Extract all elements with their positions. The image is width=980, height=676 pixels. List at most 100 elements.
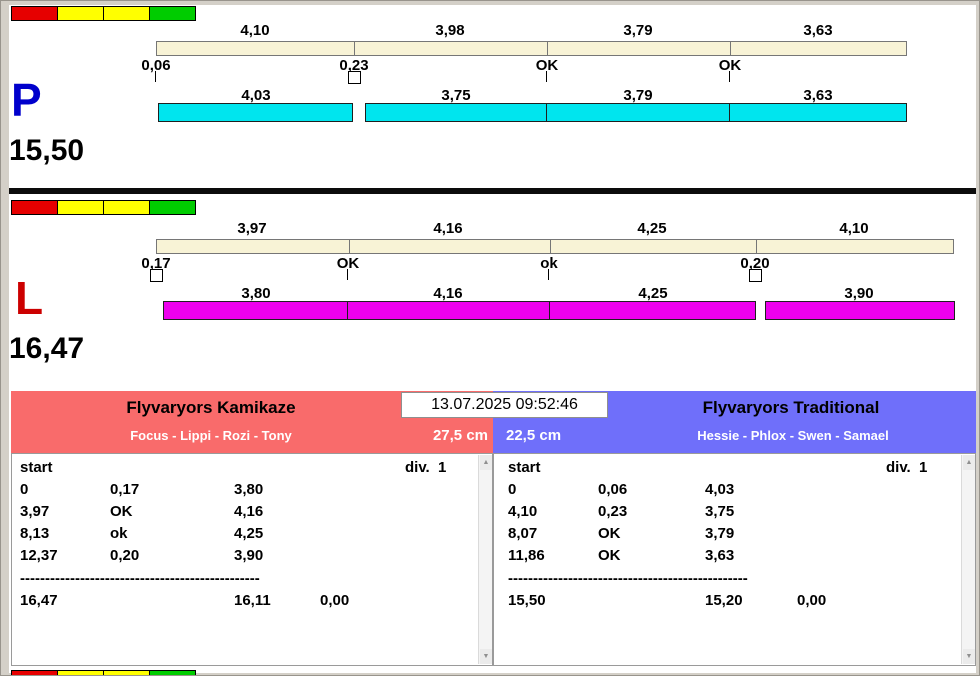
lane-l-segment-time-3: 4,25 bbox=[622, 221, 682, 236]
timestamp: 13.07.2025 09:52:46 bbox=[401, 392, 608, 418]
fault-indicator-box bbox=[348, 71, 361, 84]
lane-p-status-blocks bbox=[11, 6, 196, 21]
team-right-jump-height: 22,5 cm bbox=[506, 427, 561, 444]
lane-l-run-time-1: 3,80 bbox=[226, 286, 286, 301]
list-cell: 3,90 bbox=[234, 548, 263, 564]
list-cell: 3,79 bbox=[705, 526, 734, 542]
pass-tick-marker bbox=[724, 71, 736, 83]
list-cell: 3,63 bbox=[705, 548, 734, 564]
list-cell: 0,06 bbox=[598, 482, 627, 498]
list-cell: OK bbox=[598, 548, 621, 564]
lane-p-segment-time-1: 4,10 bbox=[225, 23, 285, 38]
lane-l-segment-time-2: 4,16 bbox=[418, 221, 478, 236]
team-left-jump-height: 27,5 cm bbox=[433, 427, 488, 444]
separator-line: ----------------------------------------… bbox=[20, 571, 260, 587]
lane-divider bbox=[9, 188, 976, 194]
lane-p-segment-time-4: 3,63 bbox=[788, 23, 848, 38]
scroll-down-icon[interactable]: ▼ bbox=[480, 649, 492, 664]
lane-p-scale-bar bbox=[156, 41, 907, 56]
lane-p-run-bar-3 bbox=[546, 103, 730, 122]
list-cell: 0,20 bbox=[110, 548, 139, 564]
list-cell: OK bbox=[110, 504, 133, 520]
lane-p-segment-time-3: 3,79 bbox=[608, 23, 668, 38]
right-list-scrollbar[interactable]: ▲ ▼ bbox=[961, 455, 975, 664]
scale-divider bbox=[730, 42, 731, 55]
status-block-yellow-1 bbox=[57, 200, 104, 215]
pass-tick-marker bbox=[342, 269, 354, 281]
list-cell: 8,07 bbox=[508, 526, 537, 542]
fault-indicator-box bbox=[150, 269, 163, 282]
lane-p-segment-time-2: 3,98 bbox=[420, 23, 480, 38]
lane-l-segment-time-1: 3,97 bbox=[222, 221, 282, 236]
lane-l-run-time-4: 3,90 bbox=[829, 286, 889, 301]
lane-l-run-time-2: 4,16 bbox=[418, 286, 478, 301]
lane-l-letter: L bbox=[15, 275, 43, 321]
scale-divider bbox=[550, 240, 551, 253]
pass-tick-marker bbox=[541, 71, 553, 83]
list-cell: 0,17 bbox=[110, 482, 139, 498]
list-cell: 4,03 bbox=[705, 482, 734, 498]
lane-l-segment-time-4: 4,10 bbox=[824, 221, 884, 236]
list-cell: ok bbox=[110, 526, 128, 542]
lane-p-run-bar-2 bbox=[365, 103, 547, 122]
lane-p-letter: P bbox=[11, 77, 42, 123]
status-block-red bbox=[11, 6, 58, 21]
separator-line: ----------------------------------------… bbox=[508, 571, 748, 587]
lane-l-run-bar-4 bbox=[765, 301, 955, 320]
scale-divider bbox=[547, 42, 548, 55]
status-block-yellow-2 bbox=[103, 6, 150, 21]
lane-p-run-time-4: 3,63 bbox=[788, 88, 848, 103]
team-right-result-list[interactable]: start div. 1 0 0,06 4,03 4,10 0,23 3,75 … bbox=[493, 453, 976, 666]
scroll-up-icon[interactable]: ▲ bbox=[963, 455, 975, 470]
scale-divider bbox=[756, 240, 757, 253]
division-label: div. 1 bbox=[405, 460, 446, 476]
scale-divider bbox=[349, 240, 350, 253]
next-lane-status-blocks bbox=[11, 670, 196, 676]
list-cell: 8,13 bbox=[20, 526, 49, 542]
pass-tick-marker bbox=[150, 71, 162, 83]
status-block-yellow-2 bbox=[103, 670, 150, 676]
fault-indicator-box bbox=[749, 269, 762, 282]
status-block-green bbox=[149, 200, 196, 215]
status-block-yellow-1 bbox=[57, 6, 104, 21]
team-right-dog-names: Hessie - Phlox - Swen - Samael bbox=[593, 428, 980, 443]
team-left-total: 16,47 bbox=[20, 593, 58, 609]
status-block-red bbox=[11, 670, 58, 676]
lane-l-run-time-3: 4,25 bbox=[623, 286, 683, 301]
lane-l-scale-bar bbox=[156, 239, 954, 254]
list-cell: 11,86 bbox=[508, 548, 545, 564]
team-right-total: 15,50 bbox=[508, 593, 546, 609]
team-right-sum: 15,20 bbox=[705, 593, 743, 609]
scroll-down-icon[interactable]: ▼ bbox=[963, 649, 975, 664]
lane-l-run-bar-3 bbox=[549, 301, 756, 320]
list-cell: 3,97 bbox=[20, 504, 49, 520]
lane-p-run-time-3: 3,79 bbox=[608, 88, 668, 103]
start-label: start bbox=[508, 460, 541, 476]
team-left-result-list[interactable]: start div. 1 0 0,17 3,80 3,97 OK 4,16 8,… bbox=[11, 453, 493, 666]
start-label: start bbox=[20, 460, 53, 476]
team-left-penalty: 0,00 bbox=[320, 593, 349, 609]
team-right-penalty: 0,00 bbox=[797, 593, 826, 609]
scroll-up-icon[interactable]: ▲ bbox=[480, 455, 492, 470]
team-left-name: Flyvaryors Kamikaze bbox=[11, 398, 411, 418]
list-cell: 12,37 bbox=[20, 548, 58, 564]
left-list-scrollbar[interactable]: ▲ ▼ bbox=[478, 455, 492, 664]
team-left-dog-names: Focus - Lippi - Rozi - Tony bbox=[11, 428, 411, 443]
team-right-name: Flyvaryors Traditional bbox=[591, 398, 980, 418]
status-block-red bbox=[11, 200, 58, 215]
lane-p-run-time-1: 4,03 bbox=[226, 88, 286, 103]
scale-divider bbox=[354, 42, 355, 55]
list-cell: 4,10 bbox=[508, 504, 537, 520]
list-cell: 0,23 bbox=[598, 504, 627, 520]
lane-p-run-time-2: 3,75 bbox=[426, 88, 486, 103]
status-block-green bbox=[149, 6, 196, 21]
status-block-yellow-1 bbox=[57, 670, 104, 676]
lane-l-status-blocks bbox=[11, 200, 196, 215]
pass-tick-marker bbox=[543, 269, 555, 281]
status-block-green bbox=[149, 670, 196, 676]
list-cell: 3,80 bbox=[234, 482, 263, 498]
list-cell: 0 bbox=[508, 482, 516, 498]
division-label: div. 1 bbox=[886, 460, 927, 476]
list-cell: OK bbox=[598, 526, 621, 542]
lane-p-total-time: 15,50 bbox=[9, 136, 84, 166]
